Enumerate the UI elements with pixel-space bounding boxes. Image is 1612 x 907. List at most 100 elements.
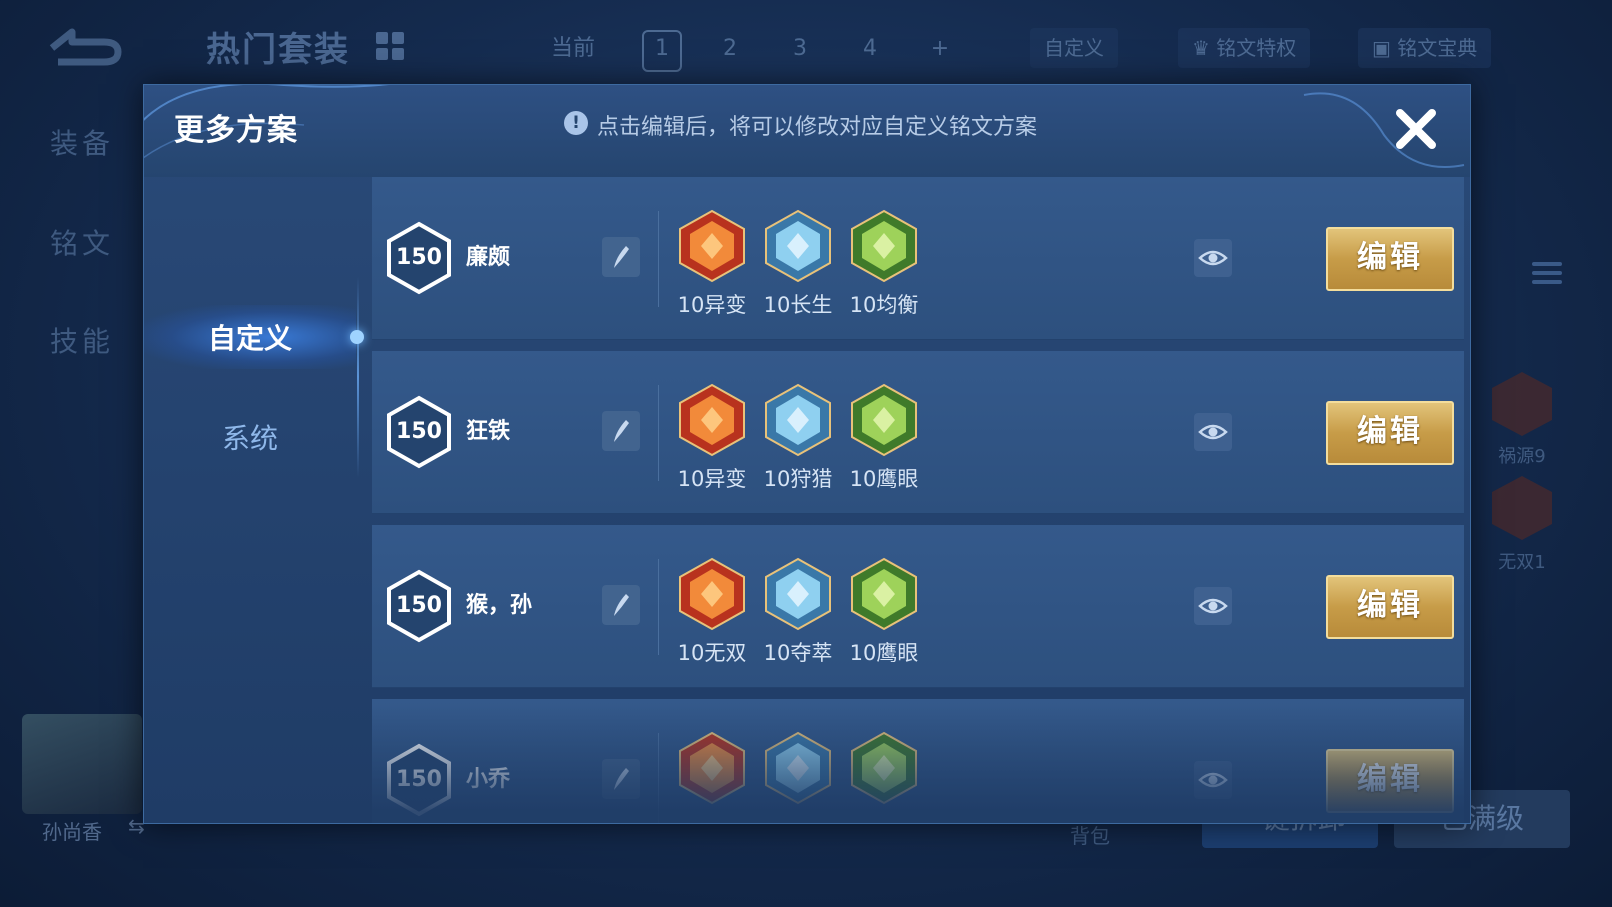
rune-slot[interactable]: 10狩猎 (754, 383, 842, 493)
rune-slot[interactable]: 10异变 (668, 209, 756, 319)
rune-slot[interactable]: 10夺萃 (754, 557, 842, 667)
bg-rune-label-1: 祸源9 (1498, 446, 1546, 467)
nav-divider (357, 277, 359, 477)
rename-button[interactable] (602, 237, 640, 277)
level-badge: 150 (386, 743, 452, 817)
tab-system[interactable]: 系统 (144, 417, 356, 457)
bg-rune-label-2: 无双1 (1498, 552, 1546, 573)
plan-name: 廉颇 (466, 245, 511, 270)
rune-label: 10长生 (763, 293, 833, 317)
rune-green-icon (851, 731, 917, 805)
bag-label[interactable]: 背包 (1070, 820, 1110, 849)
rune-codex-label: 铭文宝典 (1397, 36, 1478, 60)
level-value: 150 (396, 593, 442, 618)
rune-slot[interactable]: 10长生 (754, 209, 842, 319)
tab-current[interactable]: 当前 (538, 30, 608, 68)
rune-blue-icon (765, 731, 831, 805)
pen-icon (614, 420, 629, 442)
preview-button[interactable] (1194, 587, 1232, 625)
eye-icon (1198, 598, 1228, 614)
plan-name: 狂铁 (466, 419, 511, 444)
rune-green-icon (851, 383, 917, 457)
crown-icon: ♛ (1192, 36, 1217, 60)
edit-button[interactable]: 编辑 (1326, 401, 1454, 465)
rune-blue-icon (765, 209, 831, 283)
rune-privilege-button[interactable]: ♛ 铭文特权 (1178, 28, 1311, 68)
rune-slot[interactable] (840, 731, 928, 811)
plan-row[interactable]: 150 猴，孙 10无双 10夺萃 10鹰眼 编辑 (372, 525, 1464, 688)
bg-nav-rune[interactable]: 铭文 (50, 222, 114, 262)
rune-slot[interactable] (668, 731, 756, 811)
tab-2[interactable]: 2 (712, 30, 748, 68)
tab-add[interactable]: + (922, 30, 958, 68)
rune-red-icon (679, 209, 745, 283)
bg-nav-skill[interactable]: 技能 (50, 320, 114, 360)
edit-button[interactable]: 编辑 (1326, 749, 1454, 813)
rune-label: 10夺萃 (763, 641, 833, 665)
rune-label: 10均衡 (849, 293, 919, 317)
back-arrow-icon[interactable] (42, 26, 124, 66)
level-badge: 150 (386, 569, 452, 643)
rune-slot[interactable]: 10异变 (668, 383, 756, 493)
rune-slot[interactable]: 10无双 (668, 557, 756, 667)
rune-green-icon (851, 209, 917, 283)
plan-row[interactable]: 150 廉颇 10异变 10长生 10均衡 编辑 (372, 177, 1464, 340)
tab-1[interactable]: 1 (642, 30, 682, 72)
plan-list[interactable]: 150 廉颇 10异变 10长生 10均衡 编辑 150 狂铁 10异变 10狩… (372, 177, 1464, 823)
rune-label: 10异变 (677, 467, 747, 491)
rune-label: 10鹰眼 (849, 641, 919, 665)
plan-category-nav: 自定义 系统 (144, 177, 364, 823)
edit-button[interactable]: 编辑 (1326, 575, 1454, 639)
menu-icon[interactable] (1532, 262, 1562, 302)
modal-title: 更多方案 (174, 113, 298, 148)
rune-red-icon (679, 731, 745, 805)
rune-slot[interactable] (754, 731, 842, 811)
info-icon: ! (564, 111, 588, 135)
custom-button[interactable]: 自定义 (1030, 28, 1118, 68)
hero-name: 孙尚香 (42, 820, 102, 844)
plan-row[interactable]: 150 狂铁 10异变 10狩猎 10鹰眼 编辑 (372, 351, 1464, 514)
row-divider (658, 559, 659, 655)
rune-codex-button[interactable]: ▣ 铭文宝典 (1358, 28, 1492, 68)
rune-slot[interactable]: 10鹰眼 (840, 557, 928, 667)
eye-icon (1198, 250, 1228, 266)
pen-icon (614, 246, 629, 268)
level-value: 150 (396, 245, 442, 270)
hint-text: 点击编辑后，将可以修改对应自定义铭文方案 (597, 115, 1038, 140)
level-value: 150 (396, 767, 442, 792)
rune-blue-icon (765, 557, 831, 631)
level-badge: 150 (386, 395, 452, 469)
rename-button[interactable] (602, 411, 640, 451)
rune-privilege-label: 铭文特权 (1216, 36, 1297, 60)
pen-icon (614, 594, 629, 616)
bg-nav-equip[interactable]: 装备 (50, 122, 114, 162)
rune-slot[interactable]: 10鹰眼 (840, 383, 928, 493)
close-button[interactable] (1384, 97, 1448, 161)
edit-button[interactable]: 编辑 (1326, 227, 1454, 291)
preview-button[interactable] (1194, 239, 1232, 277)
rune-blue-icon (765, 383, 831, 457)
rune-label: 10鹰眼 (849, 467, 919, 491)
rename-button[interactable] (602, 585, 640, 625)
rune-slot[interactable]: 10均衡 (840, 209, 928, 319)
tab-custom[interactable]: 自定义 (144, 317, 356, 357)
plan-row[interactable]: 150 小乔 编辑 (372, 699, 1464, 823)
rename-button[interactable] (602, 759, 640, 799)
pen-icon (614, 768, 629, 790)
rune-label: 10无双 (677, 641, 747, 665)
row-divider (658, 385, 659, 481)
bg-title: 热门套装 (206, 30, 350, 70)
bg-rune-icon (1492, 372, 1552, 436)
tab-4[interactable]: 4 (852, 30, 888, 68)
more-plans-modal: 更多方案 ! 点击编辑后，将可以修改对应自定义铭文方案 自定义 系统 150 廉… (143, 84, 1471, 824)
preview-button[interactable] (1194, 413, 1232, 451)
row-divider (658, 733, 659, 823)
preview-button[interactable] (1194, 761, 1232, 799)
grid-icon[interactable] (376, 32, 404, 60)
level-badge: 150 (386, 221, 452, 295)
plan-name: 小乔 (466, 767, 511, 792)
hero-avatar[interactable] (22, 714, 142, 814)
tab-3[interactable]: 3 (782, 30, 818, 68)
eye-icon (1198, 772, 1228, 788)
rune-red-icon (679, 557, 745, 631)
